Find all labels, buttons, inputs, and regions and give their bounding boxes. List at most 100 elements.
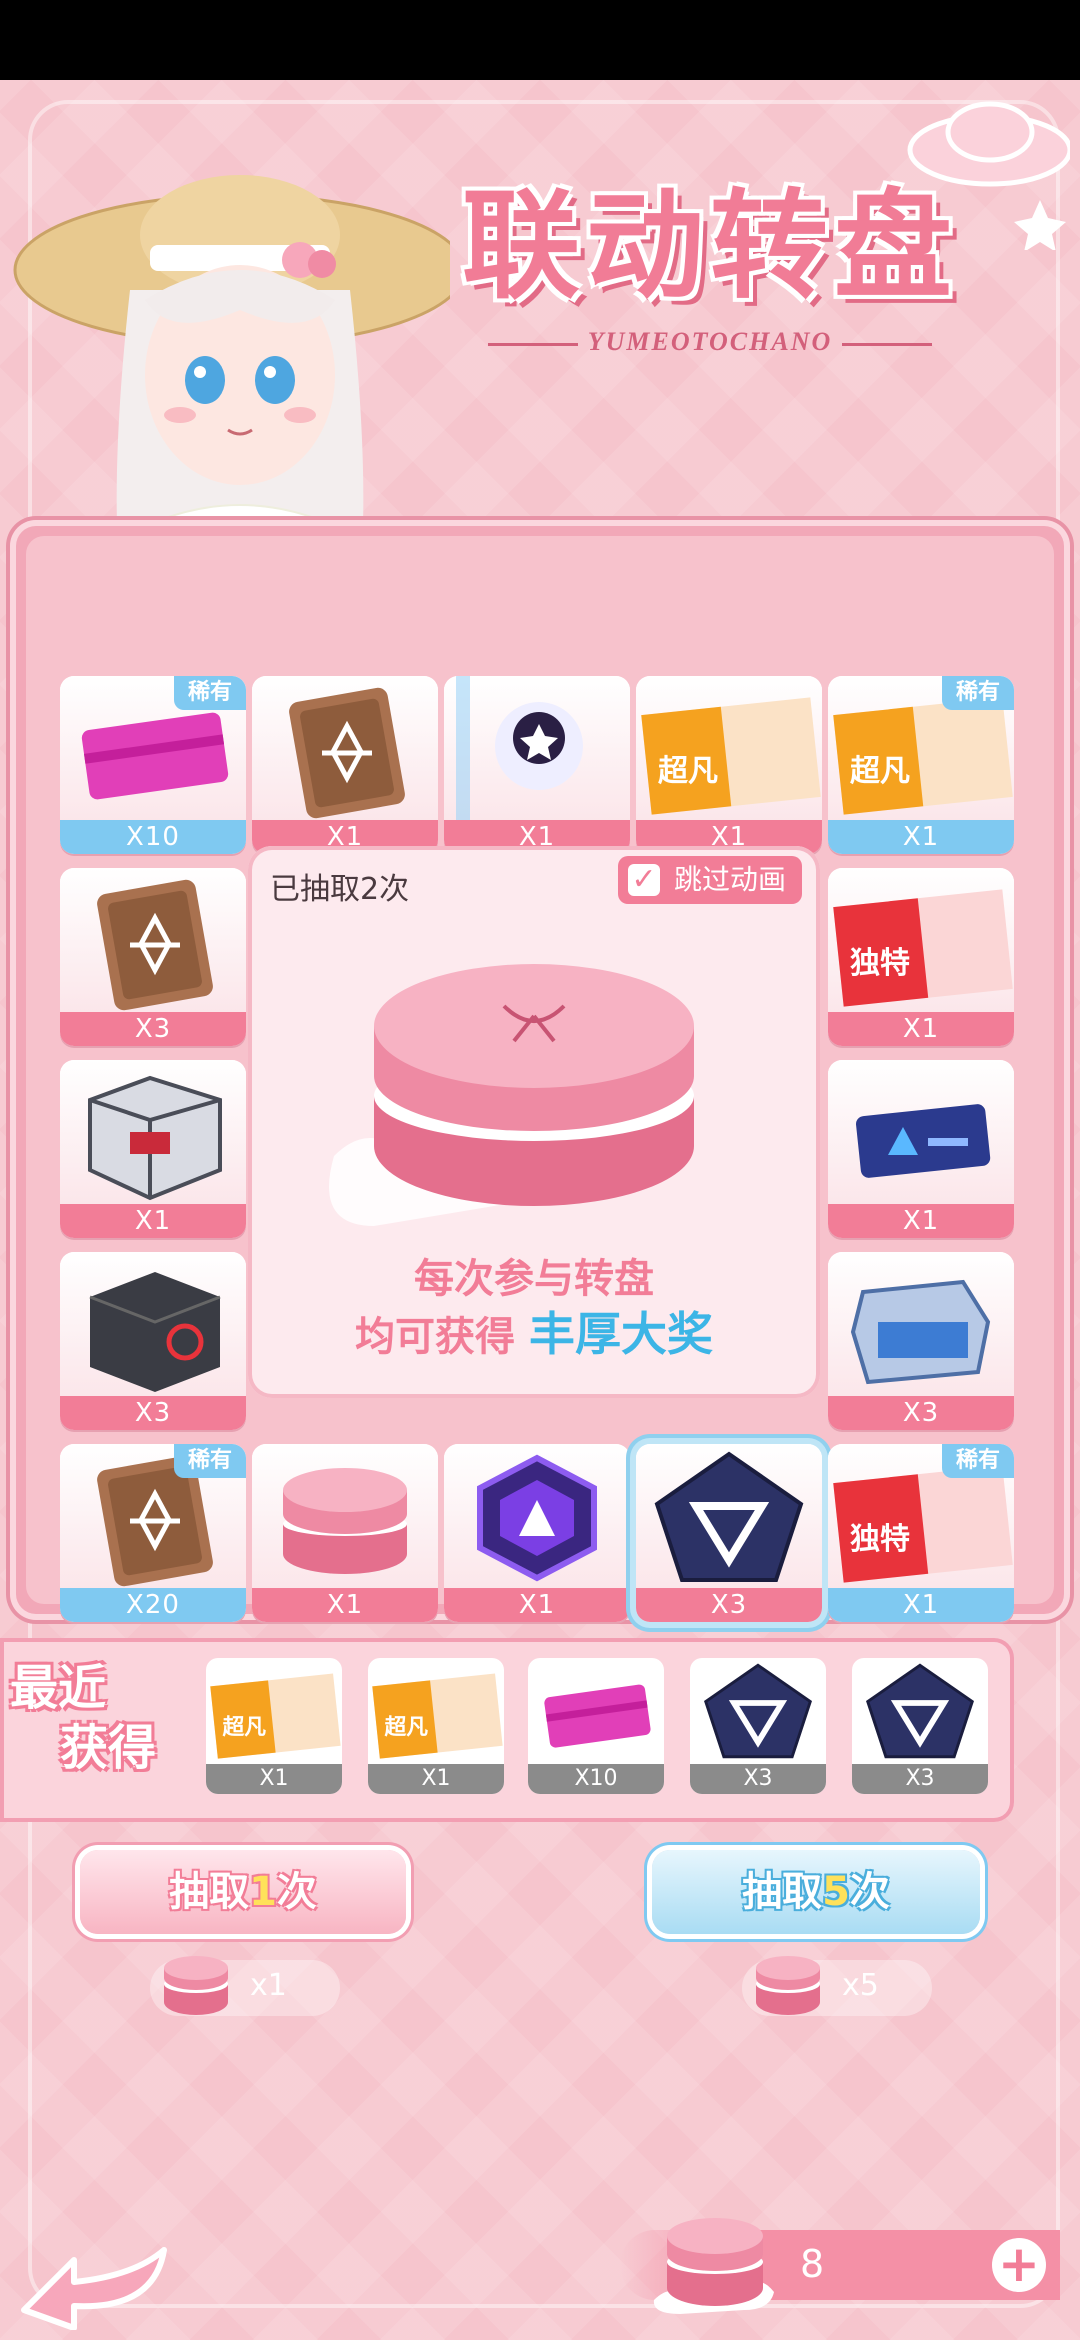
ticket-orange-icon: 超凡 — [368, 1658, 504, 1764]
brown-chip-icon — [252, 676, 438, 822]
prize-quantity: X1 — [828, 1588, 1014, 1622]
mech-crate-icon — [60, 1060, 246, 1206]
prize-quantity: X1 — [828, 820, 1014, 854]
prize-cell-ticket-orange-rare: 超凡 稀有 X1 — [828, 676, 1014, 854]
draw-once-cost-text: x1 — [250, 1968, 287, 2003]
tri-core-icon — [690, 1658, 826, 1764]
recent-item: X3 — [852, 1658, 988, 1794]
mecha-avatar-icon — [444, 676, 630, 822]
prize-cell-macaron: X1 — [252, 1444, 438, 1622]
recent-label: 最近 获得 — [10, 1658, 180, 1778]
prize-cell-mech-crate: X1 — [60, 1060, 246, 1238]
roulette-board: 稀有 X10 X1 X1 超凡 X1 超凡 稀有 X1 X3 独特 X1 X1 X1 X3 X3 稀有 X20 X1… — [10, 520, 1070, 1622]
prize-cell-brown-chip: X3 — [60, 868, 246, 1046]
svg-text:独特: 独特 — [850, 946, 910, 981]
draw-once-prefix: 抽取 — [169, 1869, 250, 1915]
prize-cell-pink-card: 稀有 X10 — [60, 676, 246, 854]
promo-highlight: 丰厚大奖 — [528, 1307, 713, 1361]
prize-quantity: X3 — [60, 1396, 246, 1430]
prize-cell-ticket-red: 独特 X1 — [828, 868, 1014, 1046]
recent-item-quantity: X1 — [206, 1764, 342, 1794]
prize-cell-mecha-avatar: X1 — [444, 676, 630, 854]
prize-cell-brown-chip: 稀有 X20 — [60, 1444, 246, 1622]
tri-core-icon — [852, 1658, 988, 1764]
recent-item: X3 — [690, 1658, 826, 1794]
ticket-orange-icon: 超凡 — [636, 676, 822, 822]
draw-once-num: 1 — [249, 1869, 277, 1915]
brown-chip-icon — [60, 868, 246, 1014]
prize-quantity: X3 — [636, 1588, 822, 1622]
prize-cell-brown-chip: X1 — [252, 676, 438, 854]
recent-item-quantity: X1 — [368, 1764, 504, 1794]
recent-rewards-panel: 最近 获得 超凡 X1 超凡 X1 X10 X3 X3 — [0, 1638, 1014, 1822]
macaron-icon — [756, 1956, 820, 2015]
game-screen: 联动转盘 YUMEOTOCHANO 稀有 X10 X1 X1 超凡 X1 超凡 稀有 X1 X3 独… — [0, 80, 1080, 2340]
currency-balance-value: 8 — [800, 2242, 825, 2286]
ticket-red-icon: 独特 — [828, 868, 1014, 1014]
macaron-icon — [164, 1956, 228, 2015]
hat-decoration-icon — [907, 101, 1070, 250]
draw-once-cost: x1 — [150, 1956, 340, 2016]
title-subtitle: YUMEOTOCHANO — [430, 327, 990, 357]
promo-line-1: 每次参与转盘 — [414, 1256, 654, 1302]
promo-line-2: 均可获得 丰厚大奖 — [248, 1298, 820, 1364]
rare-badge: 稀有 — [174, 1444, 246, 1478]
promo-line-2-text: 均可获得 — [355, 1314, 516, 1360]
macaron-icon — [252, 1444, 438, 1590]
skip-animation-toggle[interactable]: ✓ 跳过动画 — [617, 856, 802, 904]
checkbox-checked-icon: ✓ — [627, 864, 660, 896]
prize-quantity: X3 — [828, 1396, 1014, 1430]
blue-card-icon — [828, 1060, 1014, 1206]
prize-cell-tri-core: X3 — [636, 1444, 822, 1622]
tri-core-icon — [636, 1444, 822, 1590]
prize-cell-dark-box: X3 — [60, 1252, 246, 1430]
prize-quantity: X1 — [828, 1012, 1014, 1046]
svg-text:超凡: 超凡 — [222, 1715, 266, 1740]
prize-quantity: X20 — [60, 1588, 246, 1622]
prize-cell-blue-card: X1 — [828, 1060, 1014, 1238]
prize-quantity: X3 — [60, 1012, 246, 1046]
recent-label-line2: 获得 — [60, 1720, 157, 1776]
skip-animation-label: 跳过动画 — [673, 863, 786, 896]
prize-quantity: X1 — [444, 1588, 630, 1622]
add-currency-button[interactable]: + — [992, 2238, 1046, 2292]
prize-quantity: X1 — [252, 1588, 438, 1622]
draw-once-button[interactable]: 抽取1次 — [80, 1850, 406, 1934]
svg-text:超凡: 超凡 — [384, 1715, 428, 1740]
draw-five-cost-text: x5 — [842, 1968, 879, 2003]
recent-label-line1: 最近 — [10, 1660, 107, 1716]
draw-once-suffix: 次 — [276, 1869, 317, 1915]
draw-five-button[interactable]: 抽取5次 — [652, 1850, 980, 1934]
center-panel: 已抽取2次 ✓ 跳过动画 每次参与转盘 均可获得 丰厚大奖 — [248, 846, 820, 1398]
prize-cell-hex-badge: X1 — [444, 1444, 630, 1622]
recent-item: 超凡 X1 — [368, 1658, 504, 1794]
hex-badge-icon — [444, 1444, 630, 1590]
recent-item-quantity: X3 — [690, 1764, 826, 1794]
back-arrow-icon[interactable] — [14, 2240, 174, 2330]
svg-text:超凡: 超凡 — [658, 754, 718, 789]
draw-count-text: 已抽取2次 — [270, 872, 410, 907]
draw-five-prefix: 抽取 — [742, 1869, 823, 1915]
svg-text:独特: 独特 — [850, 1522, 910, 1557]
prize-cell-ticket-red-rare: 独特 稀有 X1 — [828, 1444, 1014, 1622]
prize-cell-toolbox: X3 — [828, 1252, 1014, 1430]
rare-badge: 稀有 — [942, 676, 1014, 710]
recent-item-quantity: X10 — [528, 1764, 664, 1794]
draw-five-num: 5 — [822, 1869, 850, 1915]
prize-quantity: X1 — [828, 1204, 1014, 1238]
rare-badge: 稀有 — [174, 676, 246, 710]
rare-badge: 稀有 — [942, 1444, 1014, 1478]
svg-text:超凡: 超凡 — [850, 754, 910, 789]
prize-quantity: X10 — [60, 820, 246, 854]
prize-cell-ticket-orange: 超凡 X1 — [636, 676, 822, 854]
macaron-currency-icon — [653, 2218, 774, 2314]
prize-quantity: X1 — [60, 1204, 246, 1238]
macaron-prize-icon — [329, 964, 694, 1226]
ticket-orange-icon: 超凡 — [206, 1658, 342, 1764]
recent-item: 超凡 X1 — [206, 1658, 342, 1794]
draw-five-cost: x5 — [742, 1956, 932, 2016]
draw-five-suffix: 次 — [849, 1869, 890, 1915]
recent-item-quantity: X3 — [852, 1764, 988, 1794]
recent-item: X10 — [528, 1658, 664, 1794]
dark-box-icon — [60, 1252, 246, 1398]
